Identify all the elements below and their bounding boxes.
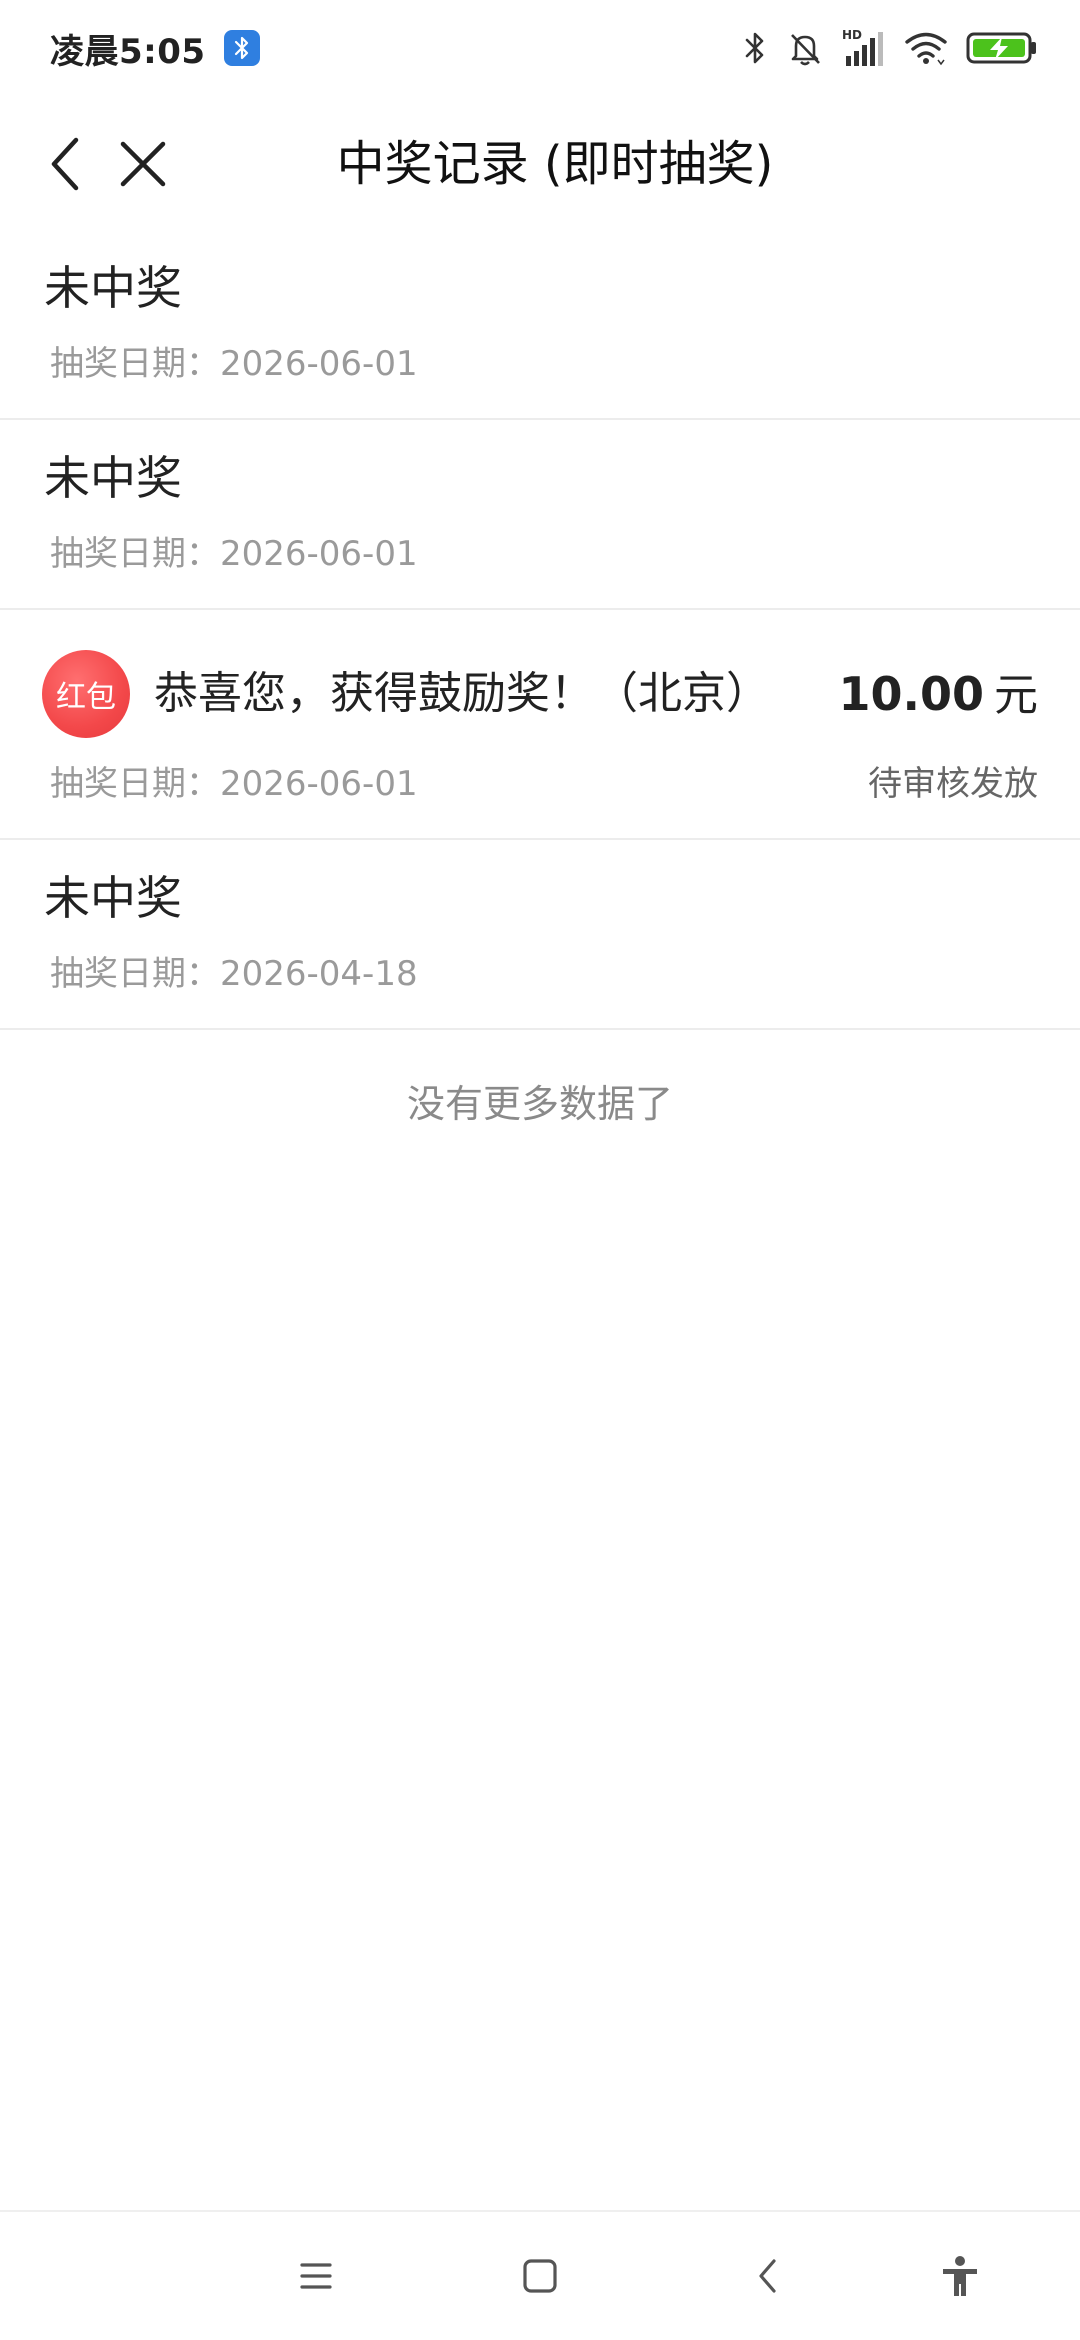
accessibility-icon [943, 2256, 977, 2296]
system-nav-bar [0, 2210, 1080, 2340]
home-icon [523, 2259, 557, 2293]
record-title: 恭喜您，获得鼓励奖！（北京） [154, 668, 770, 719]
status-left: 凌晨5:05 [50, 24, 260, 73]
back-icon [759, 2259, 776, 2293]
record-date-value: 2026-06-01 [220, 534, 418, 574]
record-date-label: 抽奖日期： [50, 534, 220, 574]
record-date: 抽奖日期：2026-06-01 [50, 342, 418, 386]
record-item[interactable]: 未中奖 抽奖日期：2026-06-01 [0, 420, 1080, 610]
hd-signal-icon: HD [842, 28, 886, 68]
page-title: 中奖记录 (即时抽奖) [336, 136, 774, 192]
record-date: 抽奖日期：2026-04-18 [50, 952, 418, 996]
screen: 凌晨5:05 HD 中奖记录 (即时抽奖) 未中奖 抽奖日期：2026-06-0… [0, 0, 1080, 2340]
record-date: 抽奖日期：2026-06-01 [50, 532, 418, 576]
record-title: 未中奖 [44, 261, 182, 315]
prize-amount-value: 10.00 [838, 667, 984, 721]
system-back-button[interactable] [738, 2246, 798, 2306]
wifi-icon [904, 30, 948, 66]
record-title: 未中奖 [44, 871, 182, 925]
record-date-label: 抽奖日期： [50, 954, 220, 994]
record-title: 未中奖 [44, 451, 182, 505]
bluetooth-app-badge-icon [223, 30, 260, 66]
status-right: HD [742, 28, 1038, 68]
record-date-value: 2026-06-01 [220, 764, 418, 804]
status-time: 凌晨5:05 [50, 31, 206, 72]
record-item[interactable]: 未中奖 抽奖日期：2026-04-18 [0, 840, 1080, 1030]
prize-record-list: 未中奖 抽奖日期：2026-06-01 未中奖 抽奖日期：2026-06-01 … [0, 230, 1080, 1030]
record-item[interactable]: 未中奖 抽奖日期：2026-06-01 [0, 230, 1080, 420]
no-more-data-text: 没有更多数据了 [406, 1082, 673, 1126]
status-bar: 凌晨5:05 HD [0, 0, 1080, 96]
record-date-value: 2026-04-18 [220, 954, 418, 994]
menu-icon [300, 2263, 332, 2289]
mute-bell-icon [786, 29, 824, 67]
nav-bar: 中奖记录 (即时抽奖) [0, 110, 1080, 220]
battery-charging-icon [966, 31, 1038, 65]
bluetooth-icon [742, 29, 768, 67]
record-item-won[interactable]: 红包 恭喜您，获得鼓励奖！（北京） 10.00 元 抽奖日期：2026-06-01… [0, 610, 1080, 840]
record-date: 抽奖日期：2026-06-01 [50, 762, 418, 806]
accessibility-button[interactable] [930, 2246, 990, 2306]
prize-amount-unit: 元 [994, 670, 1038, 721]
prize-amount: 10.00 元 [838, 664, 1038, 735]
payout-status: 待审核发放 [868, 764, 1038, 804]
red-packet-badge: 红包 [42, 650, 130, 738]
svg-text:HD: HD [842, 28, 862, 42]
home-button[interactable] [510, 2246, 570, 2306]
record-date-label: 抽奖日期： [50, 344, 220, 384]
record-date-value: 2026-06-01 [220, 344, 418, 384]
menu-button[interactable] [286, 2246, 346, 2306]
record-date-label: 抽奖日期： [50, 764, 220, 804]
